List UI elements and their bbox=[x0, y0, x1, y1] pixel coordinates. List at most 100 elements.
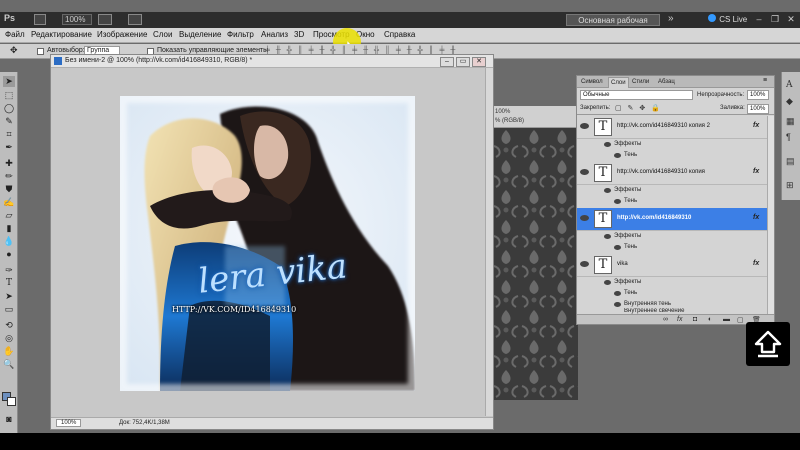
share-upload-button[interactable] bbox=[746, 322, 790, 366]
effects-row[interactable]: Эффекты bbox=[577, 139, 770, 150]
effect-eye-icon[interactable] bbox=[604, 280, 611, 285]
tab-layers[interactable]: Слои bbox=[608, 77, 629, 88]
tab-styles[interactable]: Стили bbox=[630, 77, 651, 88]
type-tool-icon[interactable]: T bbox=[3, 278, 15, 289]
effects-row[interactable]: Эффекты bbox=[577, 277, 770, 288]
menu-select[interactable]: Выделение bbox=[179, 30, 221, 39]
menu-file[interactable]: Файл bbox=[5, 30, 25, 39]
align-icons[interactable]: ╪ ╫ ╬ ║ ╪ ╫ ╬ ║ ╪ ╫ ╬ ║ ╪ ╫ ╬ ║ ╪ ╫ bbox=[265, 47, 457, 54]
path-select-tool-icon[interactable]: ➤ bbox=[3, 291, 15, 302]
visibility-eye-icon[interactable] bbox=[580, 215, 589, 221]
close-button[interactable]: ✕ bbox=[784, 14, 798, 25]
screen-mode-icon[interactable] bbox=[128, 14, 142, 25]
menu-help[interactable]: Справка bbox=[384, 30, 415, 39]
document-minimize-button[interactable]: – bbox=[440, 57, 454, 67]
background-color-swatch[interactable] bbox=[7, 397, 16, 406]
quick-mask-icon[interactable]: ◙ bbox=[3, 414, 15, 425]
adjustment-layer-icon[interactable]: ◐ bbox=[708, 316, 712, 323]
effect-eye-icon[interactable] bbox=[604, 188, 611, 193]
stamp-tool-icon[interactable]: ⛊ bbox=[3, 184, 15, 195]
zoom-tool-icon[interactable]: 🔍 bbox=[3, 359, 15, 370]
blur-tool-icon[interactable]: 💧 bbox=[3, 236, 15, 247]
add-style-icon[interactable]: fx bbox=[677, 316, 682, 323]
3d-rotate-tool-icon[interactable]: ⟲ bbox=[3, 320, 15, 331]
fx-icon[interactable]: fx bbox=[753, 168, 759, 175]
menu-analysis[interactable]: Анализ bbox=[261, 30, 288, 39]
quick-select-tool-icon[interactable]: ✎ bbox=[3, 116, 15, 127]
opacity-field[interactable]: 100% bbox=[747, 90, 769, 100]
paragraph-panel-icon[interactable]: ¶ bbox=[786, 132, 791, 142]
character-panel-icon[interactable]: A bbox=[786, 80, 793, 90]
layers-panel-icon[interactable]: ◆ bbox=[786, 96, 793, 107]
new-group-icon[interactable]: ▬ bbox=[723, 316, 730, 323]
panel-menu-icon[interactable]: ≡ bbox=[763, 77, 767, 84]
menu-layers[interactable]: Слои bbox=[153, 30, 172, 39]
effect-eye-icon[interactable] bbox=[614, 199, 621, 204]
background-document-title[interactable]: 100% % (RGB/8) bbox=[492, 106, 578, 128]
tab-paragraph[interactable]: Абзац bbox=[656, 77, 677, 88]
fx-icon[interactable]: fx bbox=[753, 122, 759, 129]
zoom-level-dropdown[interactable]: 100% bbox=[62, 14, 92, 25]
bridge-icon[interactable] bbox=[34, 14, 46, 25]
effect-eye-icon[interactable] bbox=[604, 142, 611, 147]
tab-character[interactable]: Символ bbox=[579, 77, 605, 88]
effect-eye-icon[interactable] bbox=[614, 245, 621, 250]
effect-eye-icon[interactable] bbox=[614, 291, 621, 296]
lasso-tool-icon[interactable]: ◯ bbox=[3, 103, 15, 114]
effects-row[interactable]: Эффекты bbox=[577, 231, 770, 242]
styles-panel-icon[interactable]: ▦ bbox=[786, 116, 795, 127]
pen-tool-icon[interactable]: ✑ bbox=[3, 265, 15, 276]
cs-live-button[interactable]: CS Live bbox=[707, 13, 747, 27]
effect-eye-icon[interactable] bbox=[604, 234, 611, 239]
background-document-window[interactable]: 100% % (RGB/8) bbox=[492, 106, 578, 400]
vertical-scrollbar[interactable] bbox=[485, 68, 493, 416]
document-maximize-button[interactable]: ▭ bbox=[456, 57, 470, 67]
auto-select-checkbox[interactable] bbox=[37, 48, 44, 55]
workspace-switcher[interactable]: Основная рабочая среда bbox=[566, 14, 660, 37]
document-title-bar[interactable]: Без имени-2 @ 100% (http://vk.com/id4168… bbox=[51, 55, 493, 68]
visibility-eye-icon[interactable] bbox=[580, 261, 589, 267]
expand-icon[interactable]: » bbox=[668, 13, 674, 24]
menu-3d[interactable]: 3D bbox=[294, 30, 304, 39]
menu-edit[interactable]: Редактирование bbox=[31, 30, 92, 39]
eyedropper-tool-icon[interactable]: ✒ bbox=[3, 142, 15, 153]
history-brush-tool-icon[interactable]: ✍ bbox=[3, 197, 15, 208]
add-mask-icon[interactable]: ◘ bbox=[693, 316, 697, 323]
visibility-eye-icon[interactable] bbox=[580, 123, 589, 129]
3d-orbit-tool-icon[interactable]: ◎ bbox=[3, 333, 15, 344]
hand-tool-icon[interactable]: ✋ bbox=[3, 346, 15, 357]
menu-image[interactable]: Изображение bbox=[97, 30, 147, 39]
document-close-button[interactable]: ✕ bbox=[472, 57, 486, 67]
layer-row[interactable]: T http://vk.com/id416849310 копия 2 fx bbox=[577, 116, 770, 139]
dodge-tool-icon[interactable]: ● bbox=[3, 249, 15, 260]
shape-tool-icon[interactable]: ▭ bbox=[3, 304, 15, 315]
lock-icons[interactable]: ▢ ✎ ✥ 🔒 bbox=[615, 104, 662, 112]
fill-field[interactable]: 100% bbox=[747, 104, 769, 114]
eraser-tool-icon[interactable]: ▱ bbox=[3, 210, 15, 221]
adjustments-icon[interactable]: ⊞ bbox=[786, 180, 794, 191]
layer-row[interactable]: T http://vk.com/id416849310 копия fx bbox=[577, 162, 770, 185]
brush-tool-icon[interactable]: ✏ bbox=[3, 171, 15, 182]
crop-tool-icon[interactable]: ⌗ bbox=[3, 129, 15, 140]
effect-eye-icon[interactable] bbox=[614, 153, 621, 158]
arrange-documents-icon[interactable] bbox=[98, 14, 112, 25]
status-zoom[interactable]: 100% bbox=[56, 419, 82, 427]
effect-item[interactable]: Тень bbox=[577, 242, 770, 253]
new-layer-icon[interactable]: ▢ bbox=[737, 316, 744, 324]
marquee-tool-icon[interactable]: ⬚ bbox=[3, 90, 15, 101]
fx-icon[interactable]: fx bbox=[753, 260, 759, 267]
effect-item[interactable]: Тень bbox=[577, 150, 770, 161]
layer-row-selected[interactable]: T http://vk.com/id416849310 fx bbox=[577, 208, 770, 231]
gradient-tool-icon[interactable]: ▮ bbox=[3, 223, 15, 234]
effects-row[interactable]: Эффекты bbox=[577, 185, 770, 196]
layer-row[interactable]: T vika fx bbox=[577, 254, 770, 277]
effect-item[interactable]: Тень bbox=[577, 196, 770, 207]
histogram-icon[interactable]: ▤ bbox=[786, 156, 795, 167]
minimize-button[interactable]: – bbox=[752, 14, 766, 25]
canvas[interactable]: lera vika HTTP://VK.COM/ID416849310 bbox=[120, 96, 415, 391]
link-layers-icon[interactable]: ∞ bbox=[663, 316, 668, 323]
menu-filter[interactable]: Фильтр bbox=[227, 30, 254, 39]
healing-brush-tool-icon[interactable]: ✚ bbox=[3, 158, 15, 169]
visibility-eye-icon[interactable] bbox=[580, 169, 589, 175]
fx-icon[interactable]: fx bbox=[753, 214, 759, 221]
